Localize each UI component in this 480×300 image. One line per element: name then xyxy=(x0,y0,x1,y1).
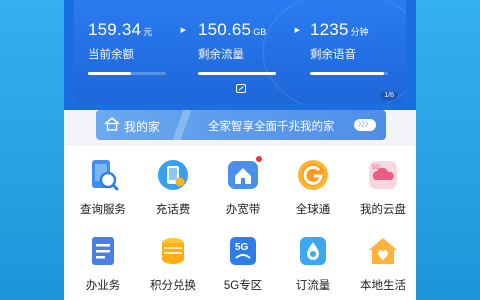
grid-item-cloud-disk[interactable]: 5G 我的云盘 xyxy=(348,158,416,217)
banner-more-icon[interactable]: 〉〉〉 xyxy=(354,119,376,131)
banner-divider xyxy=(172,110,192,140)
grid-item-label: 积分兑换 xyxy=(150,280,196,292)
local-life-icon xyxy=(366,234,400,268)
points-exchange-icon xyxy=(156,234,190,268)
cloud-disk-icon: 5G xyxy=(366,158,400,192)
grid-item-local-life[interactable]: 本地生活 xyxy=(348,234,416,293)
account-summary-card[interactable]: 159.34 元 当前余额 ▶ 150.65 GB 剩余流量 ▶ 1235 分钟 剩余… xyxy=(74,0,406,104)
grid-item-order-data[interactable]: 订流量 xyxy=(278,234,348,293)
balance-progress-fill xyxy=(88,72,131,75)
background-right xyxy=(416,0,480,300)
recharge-icon xyxy=(156,158,190,192)
grid-item-query-service[interactable]: 查询服务 xyxy=(68,158,138,217)
my-home-banner[interactable]: 我的家 全家智享全面千兆我的家 〉〉〉 xyxy=(96,110,386,140)
grid-item-label: 查询服务 xyxy=(80,204,126,216)
service-grid: 查询服务 充话费 办宽带 全球通 5G 我的云盘 办业务 积分兑换 5G 5G专… xyxy=(64,146,416,300)
home-icon xyxy=(104,117,120,131)
5g-zone-icon: 5G xyxy=(226,234,260,268)
voice-progress-fill xyxy=(310,72,385,75)
global-link-icon xyxy=(296,158,330,192)
grid-item-broadband[interactable]: 办宽带 xyxy=(208,156,278,217)
query-service-icon xyxy=(86,158,120,192)
data-unit: GB xyxy=(253,27,267,37)
data-progress-fill xyxy=(198,72,276,75)
grid-item-label: 订流量 xyxy=(295,280,331,292)
grid-item-label: 本地生活 xyxy=(360,280,406,292)
voice-label: 剩余语音 xyxy=(310,49,356,61)
balance-label: 当前余额 xyxy=(88,49,134,61)
data-stat[interactable]: 150.65 GB 剩余流量 ▶ xyxy=(198,20,300,75)
voice-unit: 分钟 xyxy=(350,27,369,37)
balance-progress xyxy=(88,72,166,75)
svg-text:5G: 5G xyxy=(372,165,380,171)
balance-unit: 元 xyxy=(143,27,153,37)
balance-stat[interactable]: 159.34 元 当前余额 ▶ xyxy=(88,20,188,75)
grid-item-label: 5G专区 xyxy=(223,280,263,292)
voice-progress xyxy=(310,72,388,75)
switch-view-icon[interactable] xyxy=(236,84,246,93)
grid-item-recharge[interactable]: 充话费 xyxy=(138,158,208,217)
notification-dot xyxy=(256,156,262,162)
grid-item-points-exchange[interactable]: 积分兑换 xyxy=(138,234,208,293)
order-data-icon xyxy=(296,234,330,268)
voice-stat[interactable]: 1235分钟 剩余语音 ▶ xyxy=(310,20,406,75)
grid-item-label: 充话费 xyxy=(155,204,191,216)
voice-value: 1235 xyxy=(310,20,349,39)
grid-item-5g-zone[interactable]: 5G 5G专区 xyxy=(208,234,278,293)
phone-screen: 159.34 元 当前余额 ▶ 150.65 GB 剩余流量 ▶ 1235 分钟 剩余… xyxy=(64,0,416,300)
data-arrow-icon: ▶ xyxy=(294,27,300,34)
home-banner-title: 我的家 xyxy=(124,120,161,134)
background-left xyxy=(0,0,64,300)
grid-item-label: 我的云盘 xyxy=(360,204,406,216)
data-progress xyxy=(198,72,276,75)
grid-item-label: 办业务 xyxy=(85,280,121,292)
balance-arrow-icon: ▶ xyxy=(180,27,186,34)
data-label: 剩余流量 xyxy=(198,49,244,61)
card-pager: 1/6 xyxy=(380,91,398,100)
grid-item-label: 全球通 xyxy=(295,204,331,216)
home-banner-slogan: 全家智享全面千兆我的家 xyxy=(208,121,335,133)
data-value: 150.65 xyxy=(198,20,252,39)
broadband-icon xyxy=(226,156,262,192)
svg-text:5G: 5G xyxy=(235,242,249,253)
grid-item-label: 办宽带 xyxy=(225,204,261,216)
grid-item-global-link[interactable]: 全球通 xyxy=(278,158,348,217)
business-icon xyxy=(86,234,120,268)
balance-value: 159.34 xyxy=(88,20,142,39)
grid-item-business[interactable]: 办业务 xyxy=(68,234,138,293)
